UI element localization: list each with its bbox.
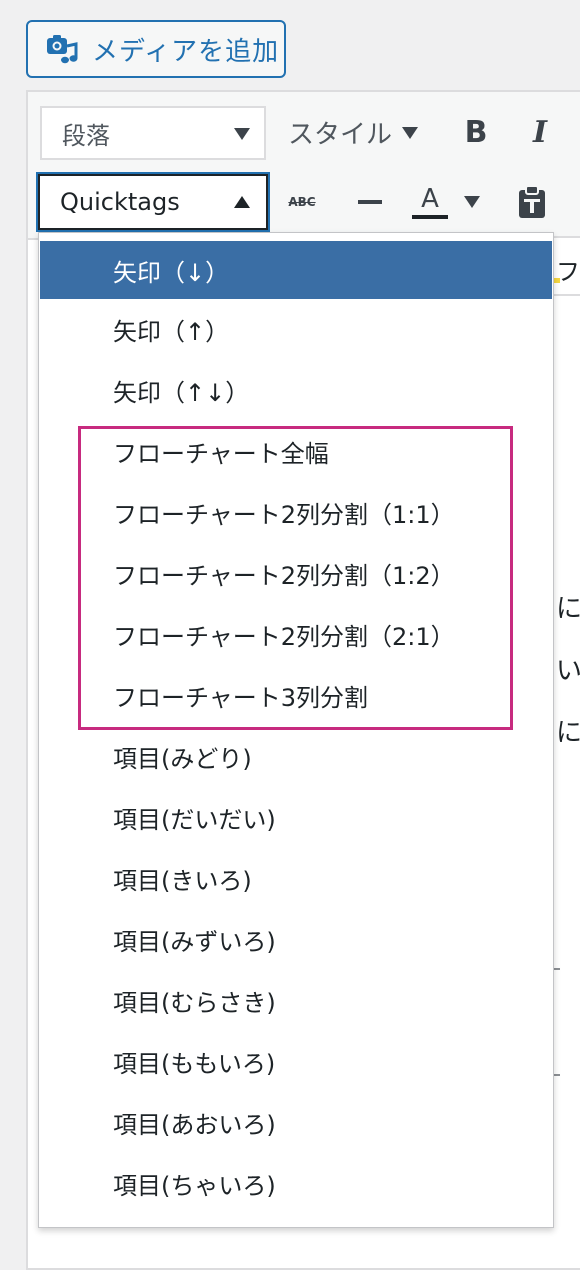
menu-item-orange[interactable]: 項目(だいだい)	[39, 787, 553, 848]
menu-item-pink[interactable]: 項目(ももいろ)	[39, 1031, 553, 1092]
horizontal-line-icon	[358, 200, 382, 204]
menu-item-yellow[interactable]: 項目(きいろ)	[39, 848, 553, 909]
menu-item-flowchart-3col[interactable]: フローチャート3列分割	[39, 665, 553, 726]
menu-item-label: 項目(ももいろ)	[113, 1050, 276, 1078]
clipboard-icon	[519, 185, 545, 218]
italic-icon: I	[532, 114, 548, 150]
content-fragment: いく	[556, 656, 580, 686]
chevron-up-icon	[234, 196, 250, 208]
menu-item-arrow-up[interactable]: 矢印（↑）	[39, 299, 553, 360]
menu-item-flowchart-2col-2-1[interactable]: フローチャート2列分割（2:1）	[39, 604, 553, 665]
add-media-button[interactable]: メディアを追加	[26, 20, 286, 78]
paste-text-button[interactable]	[512, 180, 552, 224]
menu-item-label: 矢印（↑↓）	[113, 379, 250, 407]
format-select[interactable]: 段落	[40, 106, 266, 160]
italic-button[interactable]: I	[522, 112, 558, 152]
menu-item-label: フローチャート2列分割（1:2）	[113, 562, 455, 590]
menu-item-label: フローチャート3列分割	[113, 684, 369, 712]
style-label: スタイル	[288, 120, 393, 150]
menu-item-label: 矢印（↑）	[113, 318, 230, 346]
menu-item-label: 矢印（↓）	[113, 258, 230, 287]
bold-button[interactable]: B	[458, 112, 494, 152]
content-fragment: に	[556, 594, 580, 624]
text-color-icon: A	[421, 184, 439, 214]
quicktags-select[interactable]: Quicktags	[36, 172, 270, 232]
chevron-down-icon	[402, 126, 419, 139]
menu-item-label: 項目(みどり)	[113, 745, 252, 773]
quicktags-select-value: Quicktags	[60, 188, 180, 216]
menu-item-arrow-down[interactable]: 矢印（↓）	[40, 241, 552, 299]
strikethrough-icon: ABC	[288, 195, 316, 209]
menu-item-green[interactable]: 項目(みどり)	[39, 726, 553, 787]
menu-item-flowchart-full[interactable]: フローチャート全幅	[39, 421, 553, 482]
menu-item-flowchart-2col-1-1[interactable]: フローチャート2列分割（1:1）	[39, 482, 553, 543]
menu-item-purple[interactable]: 項目(むらさき)	[39, 970, 553, 1031]
strikethrough-button[interactable]: ABC	[282, 182, 322, 222]
menu-item-label: 項目(あおいろ)	[113, 1111, 276, 1139]
text-color-underline	[412, 215, 448, 219]
add-media-label: メディアを追加	[92, 36, 280, 67]
horizontal-line-button[interactable]	[350, 182, 390, 222]
style-dropdown[interactable]: スタイル	[288, 114, 419, 151]
content-fragment: にす	[556, 718, 580, 748]
text-color-button[interactable]: A	[410, 180, 450, 224]
quicktags-dropdown-menu: 矢印（↓） 矢印（↑） 矢印（↑↓） フローチャート全幅 フローチャート2列分割…	[38, 232, 554, 1228]
menu-item-label: 項目(きいろ)	[113, 867, 252, 895]
menu-item-arrow-updown[interactable]: 矢印（↑↓）	[39, 360, 553, 421]
menu-item-flowchart-2col-1-2[interactable]: フローチャート2列分割（1:2）	[39, 543, 553, 604]
menu-item-brown[interactable]: 項目(ちゃいろ)	[39, 1153, 553, 1214]
menu-item-label: 項目(みずいろ)	[113, 928, 276, 956]
menu-item-label: フローチャート2列分割（2:1）	[113, 623, 455, 651]
menu-item-label: 項目(むらさき)	[113, 989, 276, 1017]
menu-item-label: 項目(ちゃいろ)	[113, 1172, 276, 1200]
menu-item-label: フローチャート全幅	[113, 440, 329, 468]
media-camera-music-icon	[44, 31, 80, 67]
text-color-dropdown-icon[interactable]	[464, 196, 480, 208]
menu-item-lightblue[interactable]: 項目(みずいろ)	[39, 909, 553, 970]
menu-item-blue[interactable]: 項目(あおいろ)	[39, 1092, 553, 1153]
bold-icon: B	[464, 114, 488, 150]
chevron-down-icon	[234, 128, 250, 140]
menu-item-label: 項目(だいだい)	[113, 806, 276, 834]
menu-item-label: フローチャート2列分割（1:1）	[113, 501, 455, 529]
format-select-value: 段落	[62, 121, 110, 150]
editor-toolbar: 段落 スタイル B I Quicktags ABC A	[28, 92, 580, 240]
